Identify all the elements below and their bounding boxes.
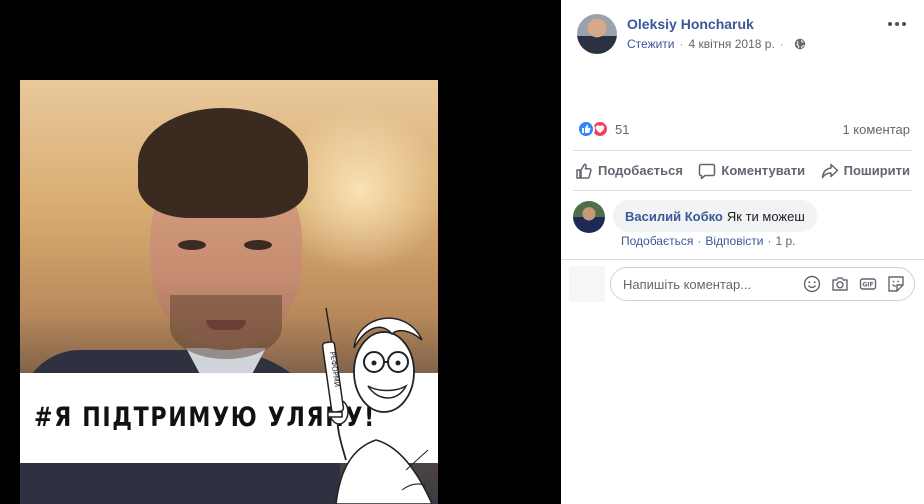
meta-separator: · xyxy=(679,37,684,51)
commenter-avatar[interactable] xyxy=(573,201,605,233)
action-bar: Подобається Коментувати Поширити xyxy=(573,150,912,191)
like-reaction-icon[interactable] xyxy=(577,120,595,138)
comment-input[interactable] xyxy=(623,276,793,292)
comment-actions-separator: · xyxy=(767,234,772,248)
more-icon-dot xyxy=(895,22,899,26)
post-panel: Oleksiy Honcharuk Стежити · 4 квітня 201… xyxy=(561,0,924,504)
reaction-count[interactable]: 51 xyxy=(615,122,629,137)
comment-icon xyxy=(699,163,716,179)
reactions-row: 51 1 коментар xyxy=(577,119,910,139)
like-label: Подобається xyxy=(598,163,683,178)
photo-eye-left xyxy=(178,240,206,250)
photo-mouth xyxy=(206,320,246,330)
comment-like-link[interactable]: Подобається xyxy=(621,234,693,248)
comment-text: Як ти можеш xyxy=(726,208,805,224)
comment-bubble: Василий Кобко Як ти можеш xyxy=(613,200,817,232)
author-avatar[interactable] xyxy=(577,14,617,54)
comment-actions-separator: · xyxy=(697,234,702,248)
post-meta: Стежити · 4 квітня 2018 р. · xyxy=(627,37,806,51)
post-photo[interactable]: #Я ПІДТРИМУЮ УЛЯНУ! РЕФОРМИ xyxy=(20,80,438,504)
more-icon xyxy=(888,22,892,26)
more-options-button[interactable] xyxy=(884,14,910,34)
commenter-name[interactable]: Василий Кобко xyxy=(625,209,723,224)
self-avatar xyxy=(569,266,605,302)
post-date[interactable]: 4 квітня 2018 р. xyxy=(689,37,775,51)
more-icon-dot xyxy=(902,22,906,26)
comment-timestamp[interactable]: 1 р. xyxy=(775,234,795,248)
comment-button[interactable]: Коментувати xyxy=(696,162,807,180)
photo-eye-right xyxy=(244,240,272,250)
share-label: Поширити xyxy=(843,163,910,178)
comment-reply-link[interactable]: Відповісти xyxy=(705,234,763,248)
author-name[interactable]: Oleksiy Honcharuk xyxy=(627,16,754,32)
sticker-icon[interactable] xyxy=(886,274,906,294)
comment-composer: GIF xyxy=(561,259,924,306)
like-icon xyxy=(576,162,592,179)
photo-hair xyxy=(138,108,308,218)
comment-count[interactable]: 1 коментар xyxy=(842,122,910,137)
comment-label: Коментувати xyxy=(721,163,806,178)
camera-icon[interactable] xyxy=(830,274,850,294)
emoji-icon[interactable] xyxy=(802,274,822,294)
gif-icon[interactable]: GIF xyxy=(858,274,878,294)
share-button[interactable]: Поширити xyxy=(819,162,912,180)
globe-icon[interactable] xyxy=(794,38,806,50)
meta-separator: · xyxy=(779,37,784,51)
caricature-illustration: РЕФОРМИ xyxy=(321,307,433,504)
photo-viewer: #Я ПІДТРИМУЮ УЛЯНУ! РЕФОРМИ xyxy=(0,0,560,504)
post-header: Oleksiy Honcharuk Стежити · 4 квітня 201… xyxy=(561,0,924,60)
composer-icons: GIF xyxy=(802,274,914,294)
follow-link[interactable]: Стежити xyxy=(627,37,675,51)
comment-input-box[interactable]: GIF xyxy=(610,267,915,301)
like-button[interactable]: Подобається xyxy=(573,162,685,180)
comment-item: Василий Кобко Як ти можеш Подобається · … xyxy=(573,199,913,255)
comment-actions: Подобається · Відповісти · 1 р. xyxy=(621,234,795,248)
share-icon xyxy=(821,163,838,178)
svg-text:GIF: GIF xyxy=(862,282,873,289)
